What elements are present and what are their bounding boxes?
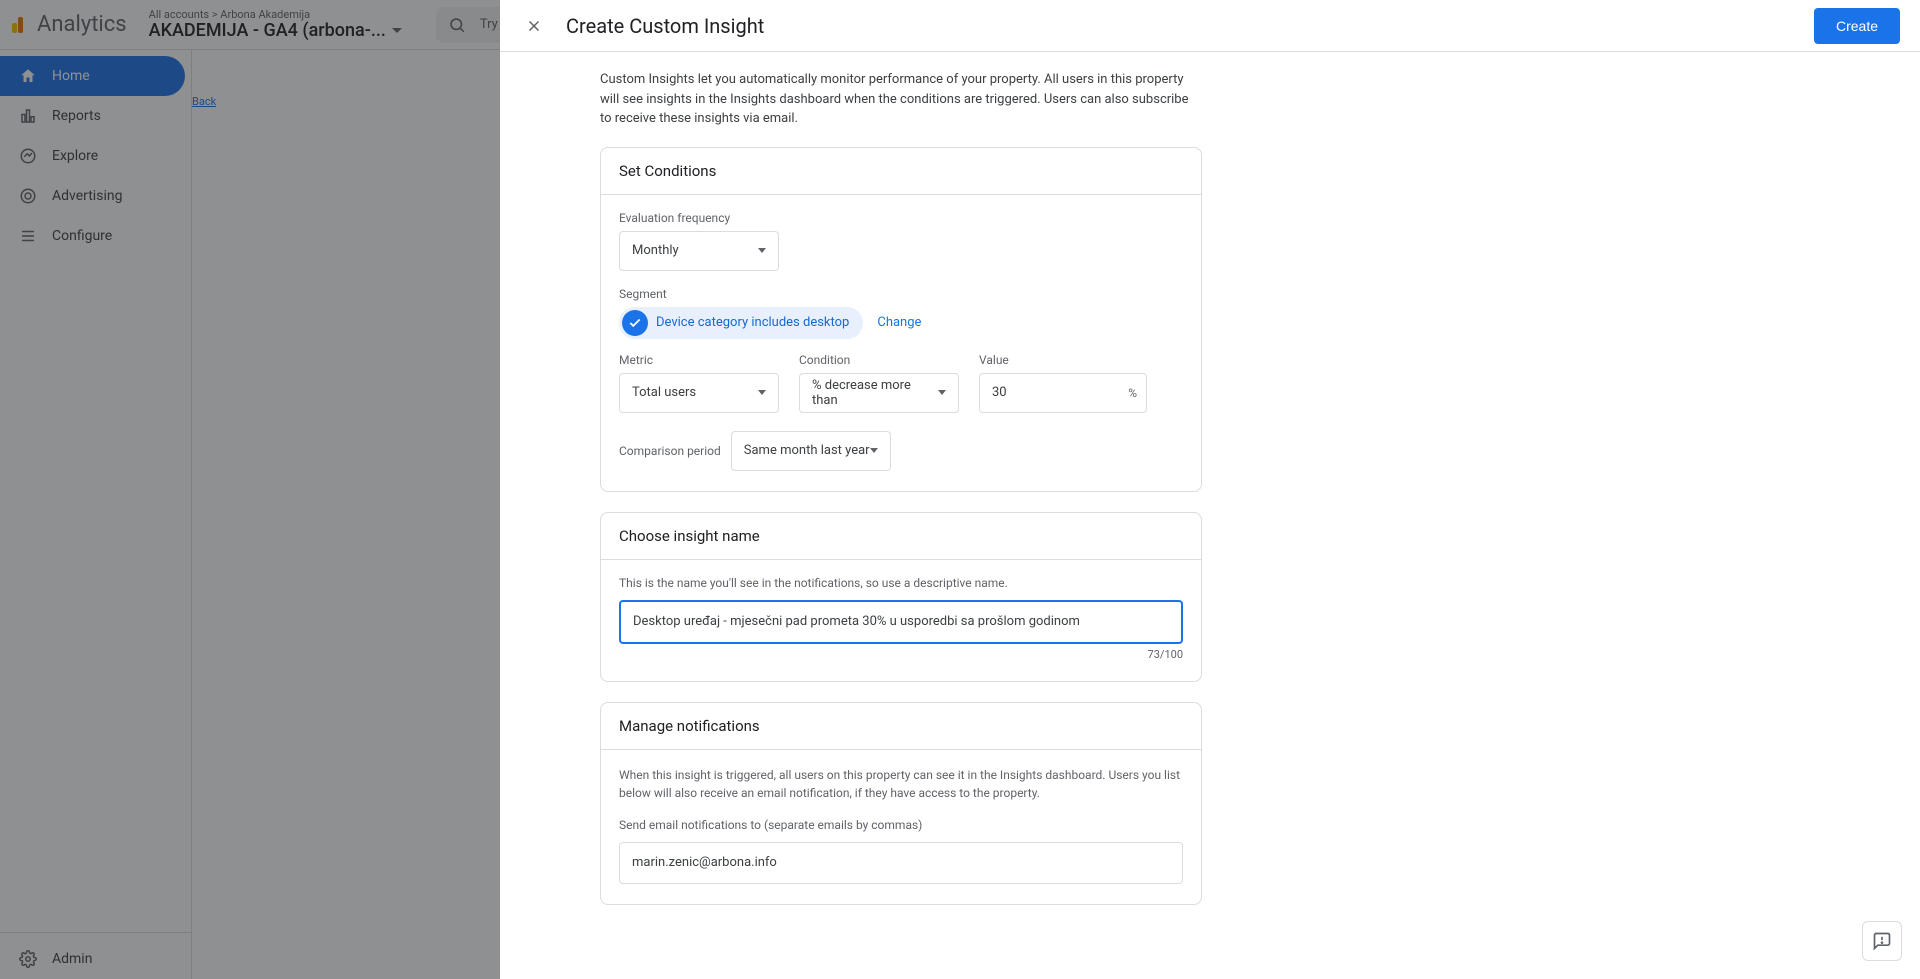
comparison-select[interactable]: Same month last year	[731, 431, 891, 471]
modal-title: Create Custom Insight	[566, 14, 764, 38]
segment-change-link[interactable]: Change	[877, 315, 921, 330]
insight-name-input[interactable]	[619, 600, 1183, 644]
select-value: Total users	[632, 385, 696, 400]
modal-panel: Create Custom Insight Create Custom Insi…	[500, 0, 1920, 979]
char-count: 73/100	[619, 648, 1183, 661]
value-input[interactable]	[979, 373, 1147, 413]
value-label: Value	[979, 353, 1147, 367]
email-input[interactable]	[619, 842, 1183, 884]
intro-text: Custom Insights let you automatically mo…	[600, 70, 1202, 129]
metric-label: Metric	[619, 353, 779, 367]
condition-label: Condition	[799, 353, 959, 367]
eval-frequency-label: Evaluation frequency	[619, 211, 1183, 225]
card-title: Choose insight name	[601, 513, 1201, 560]
condition-select[interactable]: % decrease more than	[799, 373, 959, 413]
notifications-description: When this insight is triggered, all user…	[619, 766, 1183, 802]
select-value: Same month last year	[744, 443, 870, 458]
set-conditions-card: Set Conditions Evaluation frequency Mont…	[600, 147, 1202, 492]
modal-body: Custom Insights let you automatically mo…	[500, 52, 1920, 979]
feedback-button[interactable]	[1862, 921, 1902, 961]
segment-chip[interactable]: Device category includes desktop	[619, 307, 863, 339]
eval-frequency-select[interactable]: Monthly	[619, 231, 779, 271]
modal-header: Create Custom Insight Create	[500, 0, 1920, 52]
create-button[interactable]: Create	[1814, 8, 1900, 44]
metric-select[interactable]: Total users	[619, 373, 779, 413]
value-suffix: %	[1128, 386, 1137, 400]
chevron-down-icon	[938, 390, 946, 395]
check-icon	[622, 310, 648, 336]
feedback-icon	[1872, 931, 1892, 951]
name-hint: This is the name you'll see in the notif…	[619, 576, 1183, 590]
close-icon	[525, 17, 543, 35]
segment-label: Segment	[619, 287, 1183, 301]
comparison-label: Comparison period	[619, 444, 721, 458]
chip-label: Device category includes desktop	[656, 315, 849, 330]
card-title: Manage notifications	[601, 703, 1201, 750]
select-value: Monthly	[632, 243, 679, 258]
chevron-down-icon	[758, 248, 766, 253]
email-label: Send email notifications to (separate em…	[619, 818, 1183, 832]
insight-name-card: Choose insight name This is the name you…	[600, 512, 1202, 682]
close-button[interactable]	[520, 12, 548, 40]
select-value: % decrease more than	[812, 378, 938, 408]
notifications-card: Manage notifications When this insight i…	[600, 702, 1202, 905]
chevron-down-icon	[758, 390, 766, 395]
card-title: Set Conditions	[601, 148, 1201, 195]
chevron-down-icon	[870, 448, 878, 453]
